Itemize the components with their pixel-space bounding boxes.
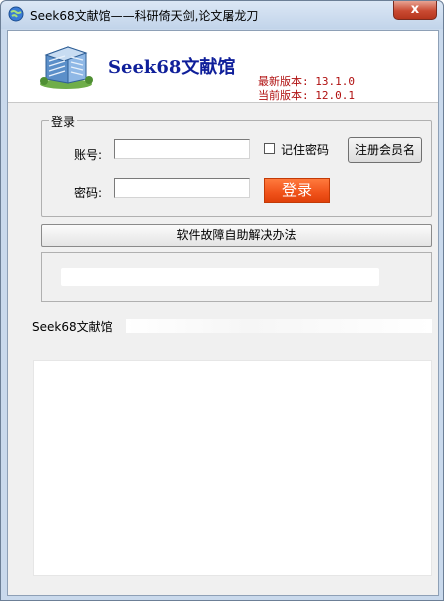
current-version-label: 当前版本: 12.0.1	[258, 89, 355, 102]
close-button[interactable]: x	[393, 1, 437, 20]
password-label: 密码:	[74, 186, 103, 200]
checkbox-box[interactable]	[264, 143, 275, 154]
notice-panel	[41, 252, 432, 302]
login-group-title: 登录	[49, 113, 78, 130]
window-title: Seek68文献馆——科研倚天剑,论文屠龙刀	[30, 9, 259, 23]
app-name: Seek68文献馆	[108, 57, 236, 78]
title-bar[interactable]: Seek68文献馆——科研倚天剑,论文屠龙刀 x	[1, 1, 443, 29]
fault-help-button[interactable]: 软件故障自助解决办法	[41, 224, 432, 247]
notice-content	[61, 268, 379, 286]
status-detail	[126, 319, 432, 333]
register-button[interactable]: 注册会员名	[348, 137, 422, 163]
building-logo-icon	[40, 46, 93, 89]
app-globe-icon	[8, 6, 24, 22]
login-button[interactable]: 登录	[264, 178, 330, 203]
account-input[interactable]	[114, 139, 250, 159]
client-area: Seek68文献馆 最新版本: 13.1.0 当前版本: 12.0.1 登录 账…	[7, 30, 439, 596]
log-area[interactable]	[33, 360, 432, 576]
app-window: Seek68文献馆——科研倚天剑,论文屠龙刀 x Seek68文献馆 最新版本:…	[0, 0, 444, 601]
header-banner: Seek68文献馆 最新版本: 13.1.0 当前版本: 12.0.1	[8, 31, 438, 103]
account-label: 账号:	[74, 148, 103, 162]
status-text: Seek68文献馆	[32, 320, 113, 334]
password-input[interactable]	[114, 178, 250, 198]
login-groupbox: 登录 账号: 记住密码 注册会员名 密码: 登录	[41, 113, 432, 217]
remember-password-label[interactable]: 记住密码	[281, 141, 329, 158]
